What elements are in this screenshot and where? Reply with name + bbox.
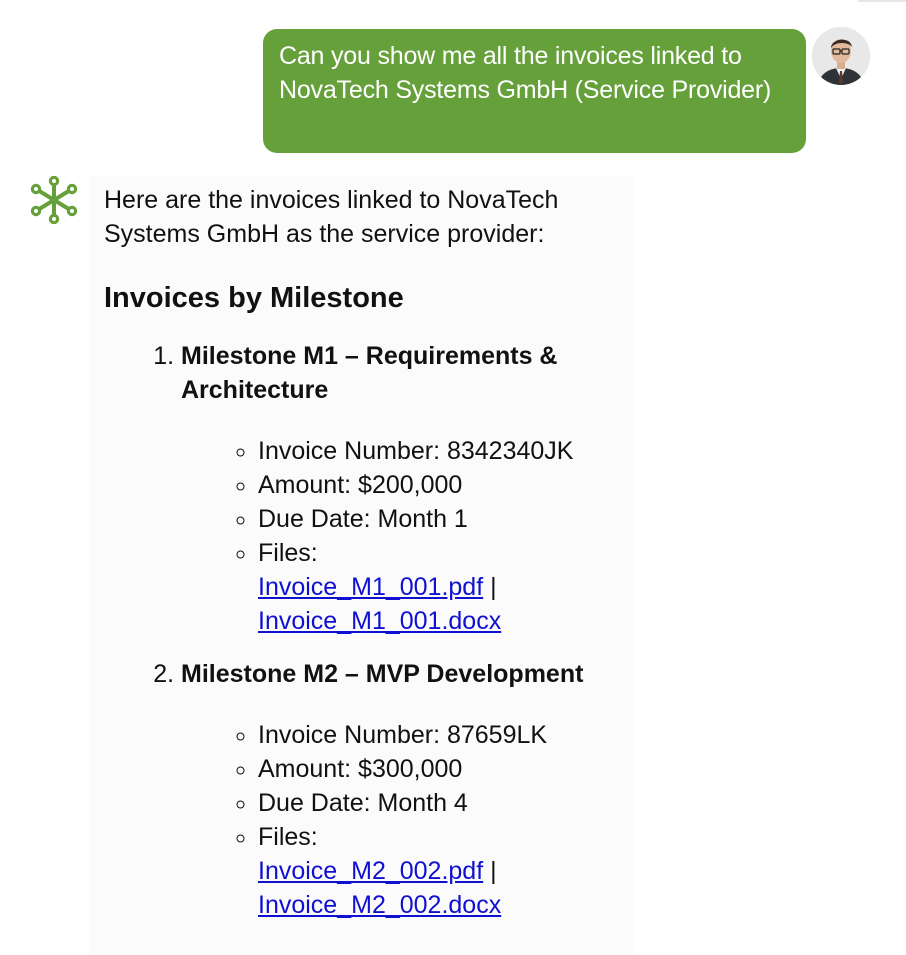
- chat-view: Can you show me all the invoices linked …: [0, 0, 906, 955]
- milestone-title: Milestone M2 – MVP Development: [181, 660, 584, 688]
- file-separator: |: [490, 857, 497, 885]
- invoices-heading: Invoices by Milestone: [104, 282, 404, 314]
- assistant-network-icon: [30, 175, 78, 225]
- milestone-item: Milestone M1 – Requirements & Architectu…: [181, 339, 624, 638]
- file-link-pdf[interactable]: Invoice_M1_001.pdf: [258, 573, 483, 601]
- milestone-list: Milestone M1 – Requirements & Architectu…: [104, 339, 624, 922]
- invoice-number: Invoice Number: 87659LK: [258, 718, 624, 752]
- file-separator: |: [490, 573, 497, 601]
- user-message-text: Can you show me all the invoices linked …: [279, 42, 772, 104]
- user-avatar-icon: [812, 27, 870, 85]
- assistant-intro-text: Here are the invoices linked to NovaTech…: [104, 186, 559, 248]
- invoice-due-date: Due Date: Month 1: [258, 502, 624, 536]
- file-link-docx[interactable]: Invoice_M1_001.docx: [258, 607, 501, 635]
- invoice-files: Files: Invoice_M2_002.pdf | Invoice_M2_0…: [258, 820, 624, 922]
- top-divider: [858, 0, 906, 2]
- milestone-item: Milestone M2 – MVP Development Invoice N…: [181, 657, 624, 922]
- invoice-files: Files: Invoice_M1_001.pdf | Invoice_M1_0…: [258, 536, 624, 638]
- invoice-amount: Amount: $200,000: [258, 468, 624, 502]
- milestone-details: Invoice Number: 8342340JK Amount: $200,0…: [181, 434, 624, 638]
- file-link-pdf[interactable]: Invoice_M2_002.pdf: [258, 857, 483, 885]
- files-label: Files:: [258, 823, 318, 851]
- invoice-amount: Amount: $300,000: [258, 752, 624, 786]
- user-message-bubble: Can you show me all the invoices linked …: [263, 29, 806, 153]
- assistant-message-content: Here are the invoices linked to NovaTech…: [104, 183, 624, 922]
- milestone-details: Invoice Number: 87659LK Amount: $300,000…: [181, 718, 624, 922]
- file-link-docx[interactable]: Invoice_M2_002.docx: [258, 891, 501, 919]
- invoice-due-date: Due Date: Month 4: [258, 786, 624, 820]
- invoice-number: Invoice Number: 8342340JK: [258, 434, 624, 468]
- files-label: Files:: [258, 539, 318, 567]
- milestone-title: Milestone M1 – Requirements & Architectu…: [181, 342, 558, 404]
- user-avatar: [812, 27, 870, 85]
